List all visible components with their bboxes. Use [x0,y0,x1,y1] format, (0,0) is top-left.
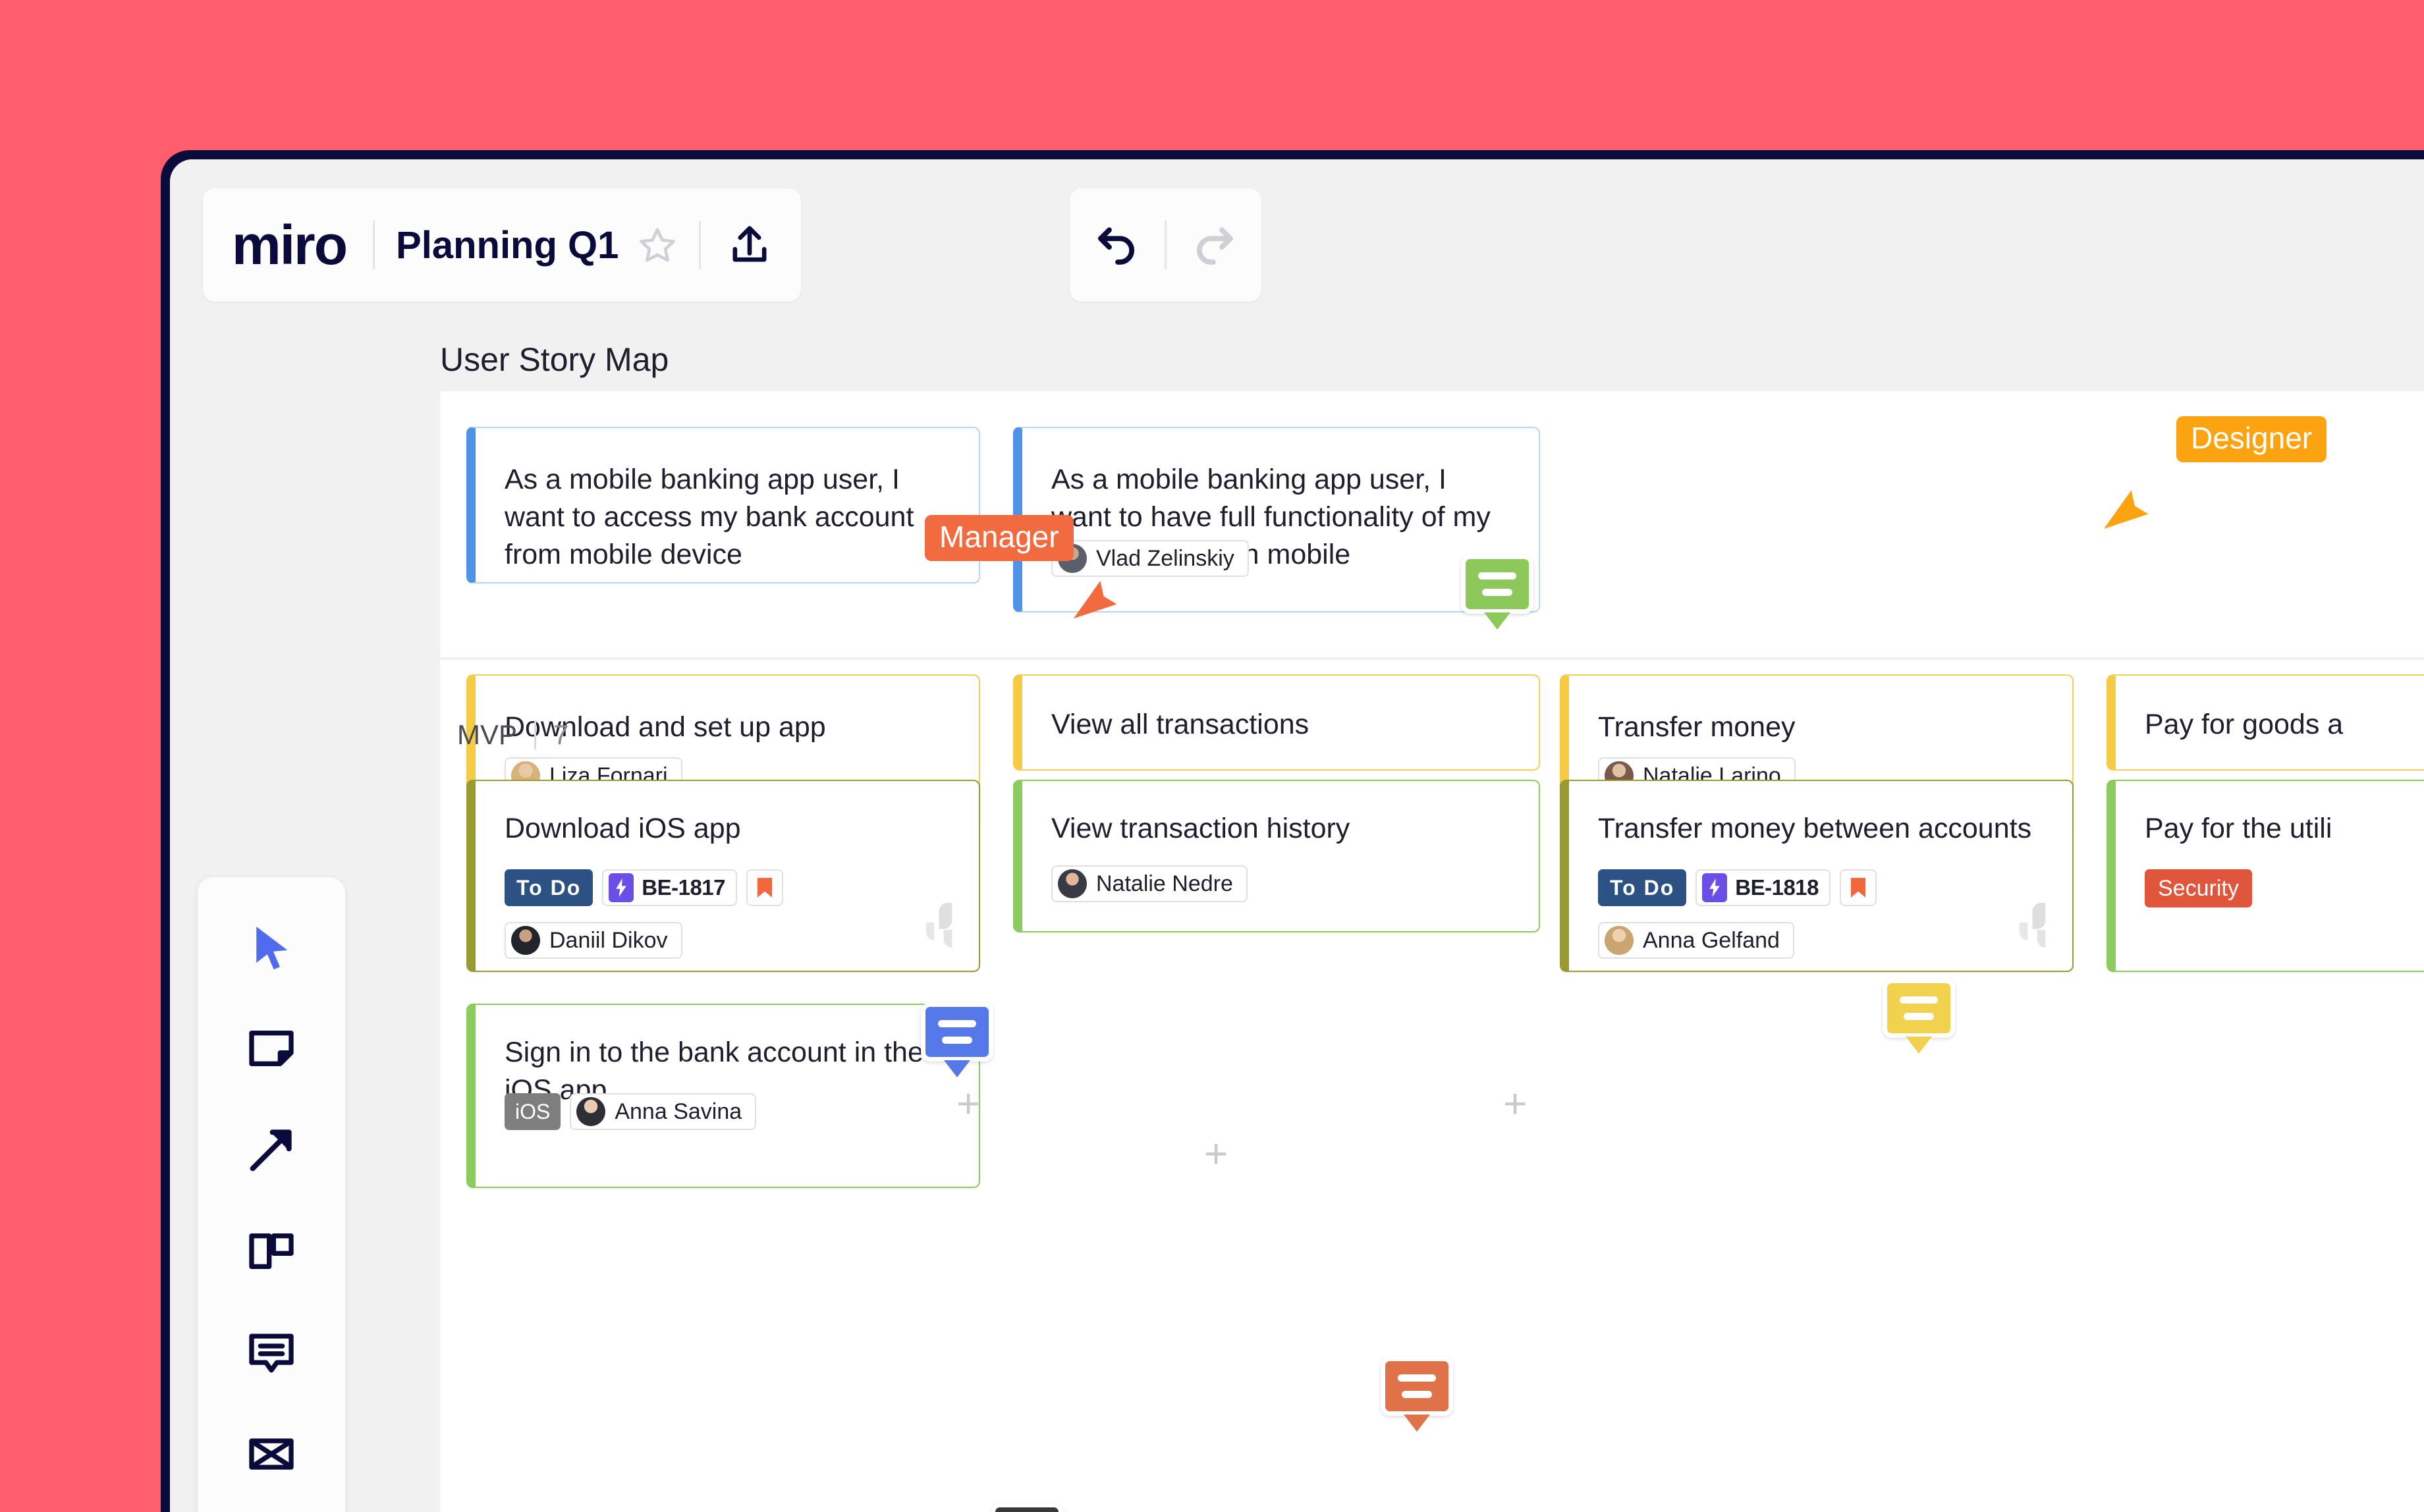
assignee-row: Natalie Nedre [1051,865,1248,902]
connector-tool[interactable] [232,1112,311,1191]
story-card-text: Pay for the utili [2145,813,2332,844]
cursor-arrow-icon [1073,581,1117,619]
story-card[interactable]: View transaction history Natalie Nedre [1013,780,1540,932]
assignee-row: Vlad Zelinskiy [1051,540,1249,577]
avatar [511,926,540,955]
activity-card[interactable]: Pay for goods a [2107,674,2424,770]
comment-bubble-icon [1381,1357,1453,1416]
assignee-chip[interactable]: Daniil Dikov [505,922,682,959]
app-screen: miro Planning Q1 User Story Map As a mob… [170,159,2424,1512]
add-card-button[interactable]: + [1503,1084,1527,1125]
priority-flag-icon[interactable] [1840,869,1877,906]
cursor-icon [246,921,297,977]
story-card-text: Transfer money between accounts [1598,813,2032,844]
add-card-button[interactable]: + [1204,1134,1228,1175]
jira-logo-mark [912,903,955,951]
jira-ticket-key: BE-1818 [1735,875,1819,900]
comment-bubble-icon [991,1503,1063,1512]
story-card[interactable]: Download iOS app To Do BE-1817 Daniil Di… [466,780,980,972]
divider [534,720,537,749]
device-frame: miro Planning Q1 User Story Map As a mob… [161,150,2424,1512]
assignee-chip[interactable]: Vlad Zelinskiy [1051,540,1249,577]
avatar [576,1097,606,1126]
section-count: 7 [553,719,569,750]
cursor-label: Designer [2176,416,2327,462]
assignee-row: Daniil Dikov [505,922,682,959]
comment-bubble-icon [1883,979,1955,1038]
assignee-chip[interactable]: Anna Savina [570,1093,757,1130]
assignee-name: Daniil Dikov [549,927,668,953]
frame-tool[interactable] [232,1213,311,1292]
cursor-arrow-icon [2104,490,2149,529]
arrow-icon [245,1123,298,1179]
frame-icon [245,1225,298,1281]
assignee-name: Vlad Zelinskiy [1096,545,1234,571]
jira-ticket-key: BE-1817 [642,875,726,900]
assignee-name: Natalie Nedre [1096,871,1233,896]
board-toolbar-group: miro Planning Q1 [203,188,802,302]
activity-card[interactable]: View all transactions [1013,674,1540,770]
story-card[interactable]: Sign in to the bank account in the iOS a… [466,1004,980,1188]
status-badge[interactable]: To Do [505,869,593,906]
cursor-label: Manager [925,515,1074,561]
star-icon[interactable] [637,225,678,265]
activity-card-text: Pay for goods a [2145,709,2344,740]
status-badge[interactable]: To Do [1598,869,1687,906]
sticky-note-tool[interactable] [232,1010,311,1089]
platform-badge[interactable]: iOS [505,1093,561,1130]
story-meta-row: iOS Anna Savina [505,1093,757,1130]
divider [1165,221,1167,269]
board-canvas[interactable]: User Story Map As a mobile banking app u… [170,311,2424,1512]
miro-logo[interactable]: miro [232,217,352,273]
jira-bolt-icon [1702,873,1728,902]
cross-box-icon [245,1428,298,1484]
activity-card-text: Download and set up app [505,711,826,743]
assignee-name: Anna Savina [615,1098,742,1124]
jira-bolt-icon [609,873,634,902]
section-header: MVP 7 [457,719,568,751]
comment-tool[interactable] [232,1314,311,1393]
assignee-row: Anna Gelfand [1598,922,1794,959]
activity-card-text: Transfer money [1598,711,1796,743]
story-meta-row: To Do BE-1818 [1598,869,1877,906]
divider [699,221,702,269]
assignee-chip[interactable]: Natalie Nedre [1051,865,1248,902]
more-tool[interactable] [232,1416,311,1495]
page-title: User Story Map [440,341,669,378]
jira-ticket-badge[interactable]: BE-1818 [1695,869,1831,906]
avatar [1605,926,1634,955]
story-meta-row: To Do BE-1817 [505,869,784,906]
undo-icon[interactable] [1092,219,1143,271]
story-card-text: View transaction history [1051,813,1350,844]
board-title[interactable]: Planning Q1 [396,223,619,267]
jira-logo-mark [2005,903,2049,951]
assignee-chip[interactable]: Anna Gelfand [1598,922,1794,959]
story-card-text: Download iOS app [505,813,741,844]
jira-ticket-badge[interactable]: BE-1817 [602,869,738,906]
comment-bubble-icon [1461,554,1533,614]
avatar [1058,869,1087,898]
select-tool[interactable] [232,909,311,988]
tag-row: Security [2145,869,2252,907]
share-upload-icon[interactable] [725,220,775,270]
add-card-button[interactable]: + [956,1084,980,1125]
priority-flag-icon[interactable] [746,869,784,906]
epic-card-text: As a mobile banking app user, I want to … [505,464,914,571]
top-bar: miro Planning Q1 [170,159,2424,311]
left-toolbar [198,877,345,1512]
comment-icon [245,1326,298,1382]
divider [373,221,375,269]
comment-bubble-icon [921,1002,993,1062]
sticky-note-icon [245,1022,298,1078]
assignee-name: Anna Gelfand [1643,927,1780,953]
epic-card[interactable]: As a mobile banking app user, I want to … [466,427,980,583]
story-card[interactable]: Transfer money between accounts To Do BE… [1560,780,2074,972]
history-toolbar-group [1070,188,1261,302]
tag-badge[interactable]: Security [2145,869,2252,907]
story-card[interactable]: Pay for the utili Security [2107,780,2424,972]
redo-icon[interactable] [1188,219,1239,271]
activity-card-text: View all transactions [1051,709,1309,740]
section-label: MVP [457,719,518,750]
